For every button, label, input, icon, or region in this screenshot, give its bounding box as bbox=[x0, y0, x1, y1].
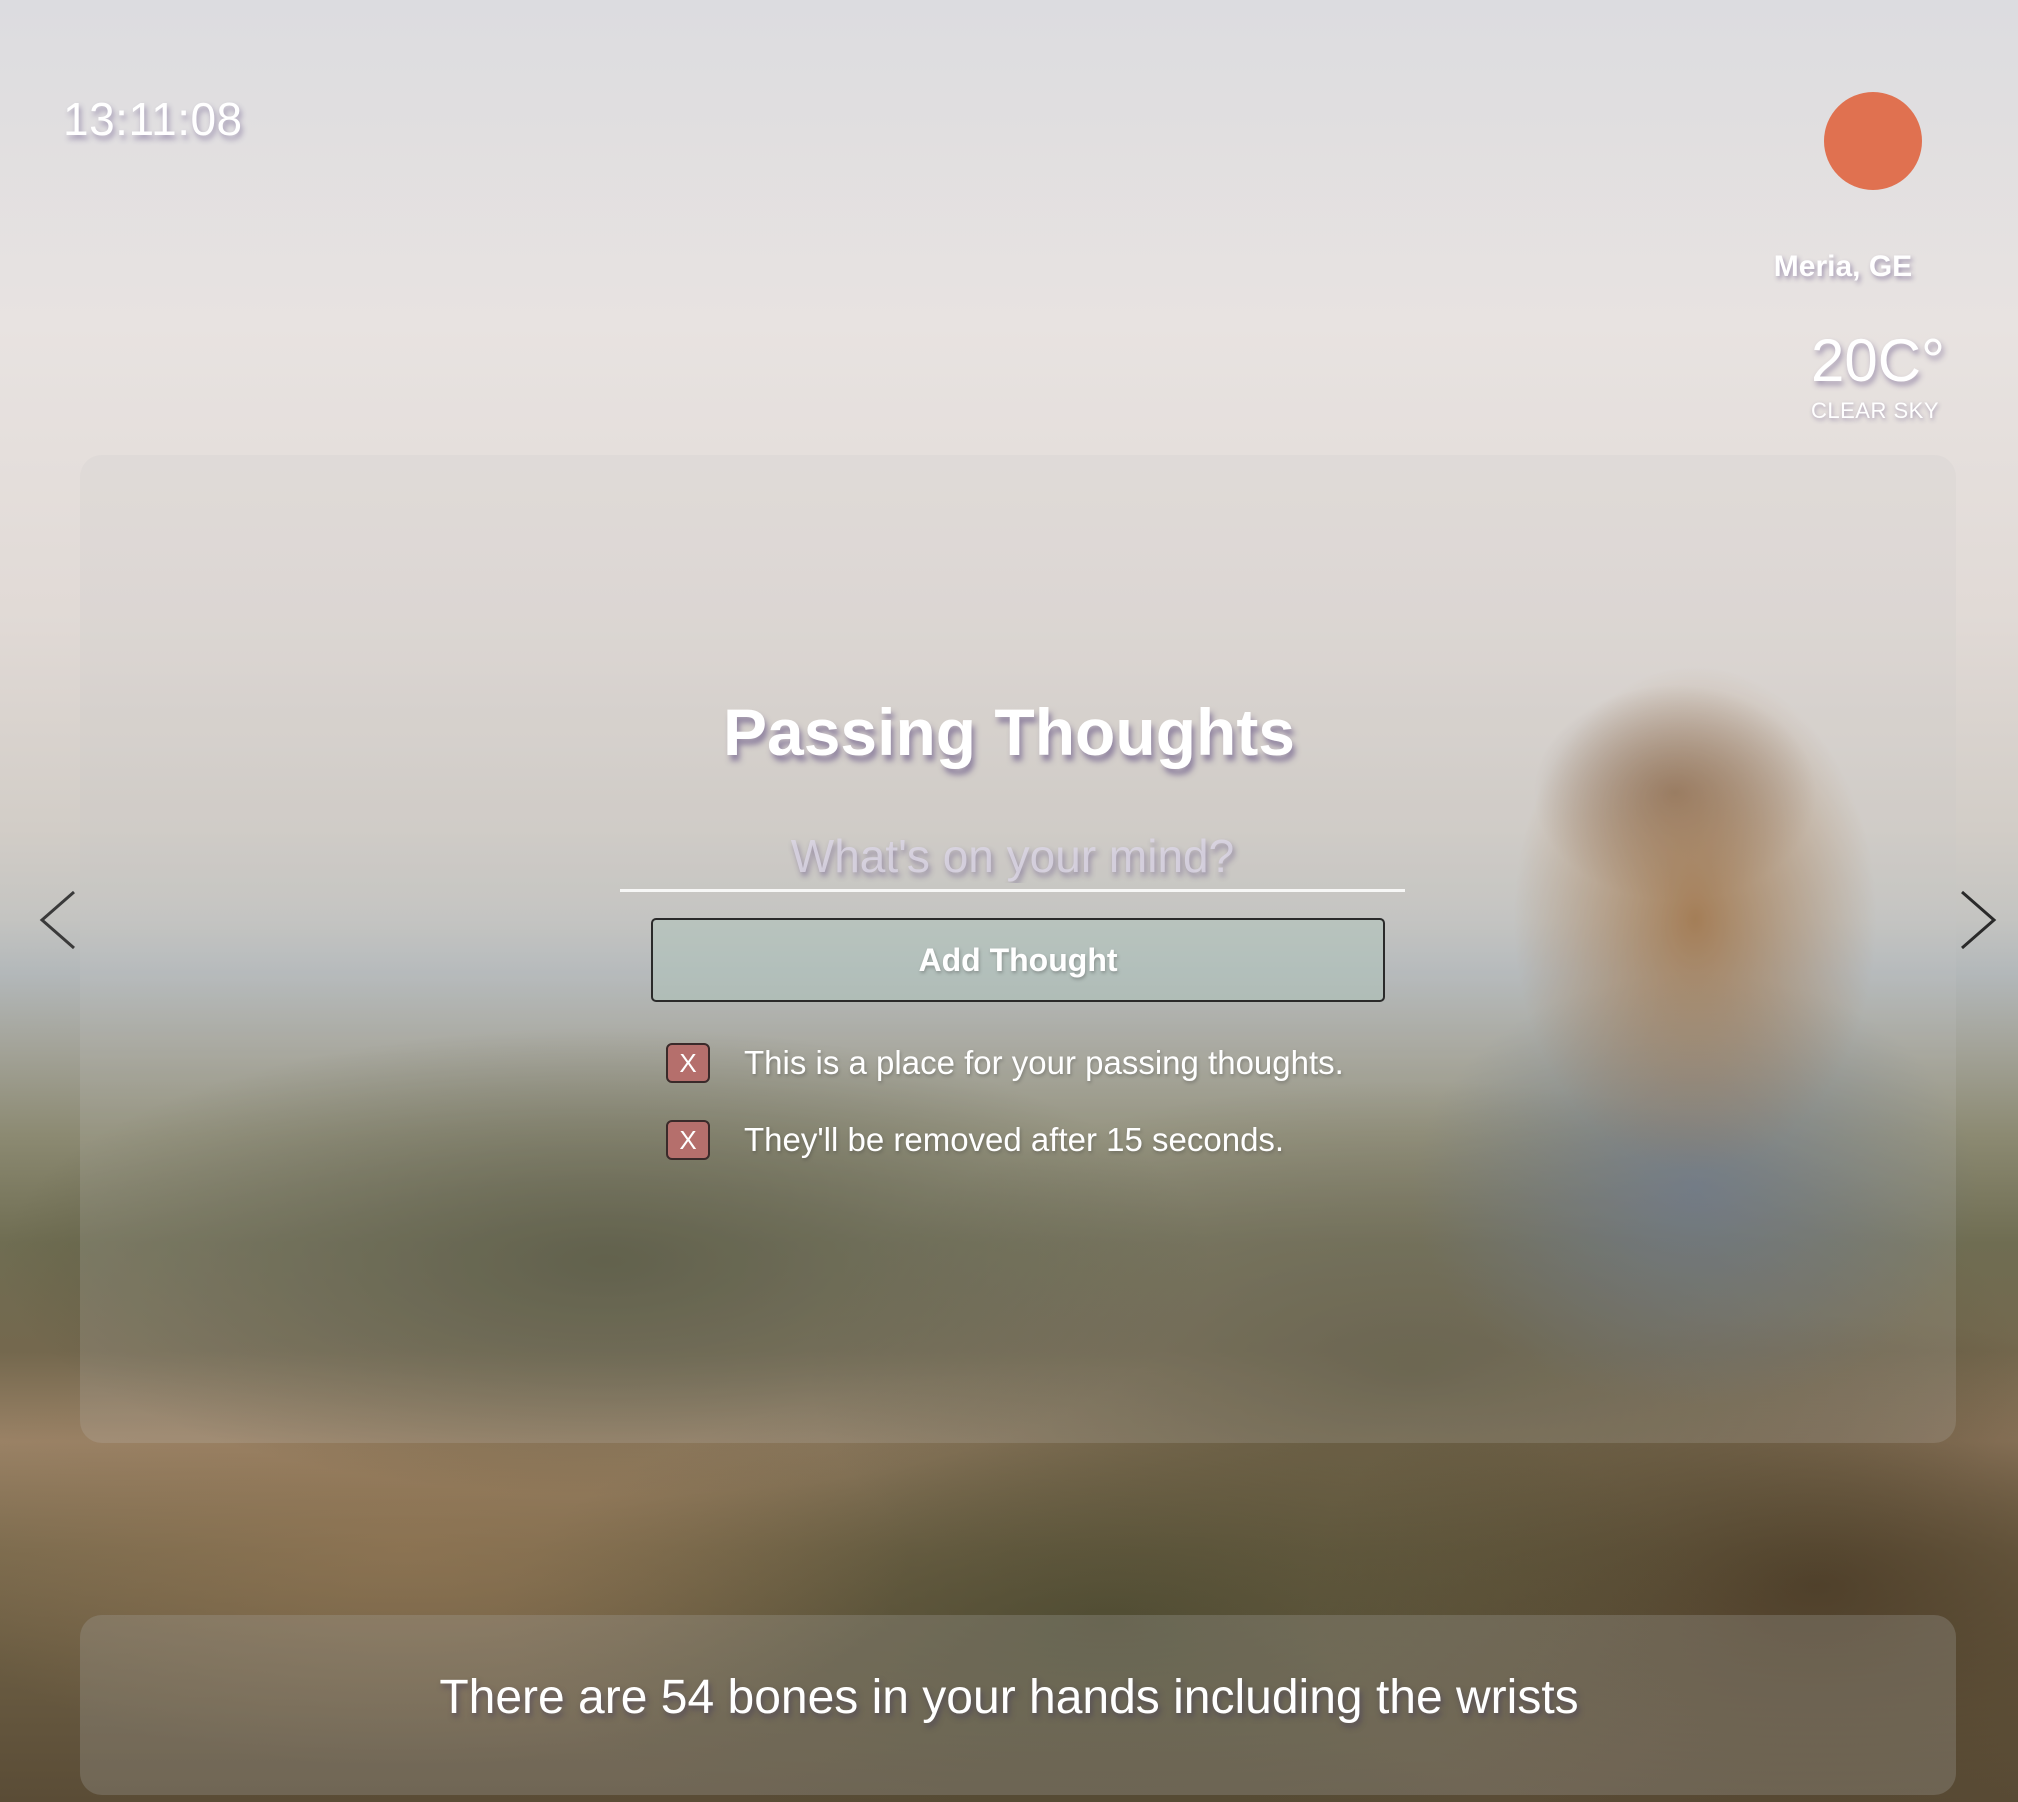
remove-thought-button[interactable]: X bbox=[666, 1120, 710, 1160]
thought-input[interactable] bbox=[620, 822, 1405, 892]
thought-list: X This is a place for your passing thoug… bbox=[666, 1040, 1344, 1194]
clock: 13:11:08 bbox=[63, 93, 243, 145]
page-title: Passing Thoughts bbox=[722, 695, 1296, 769]
thought-text: This is a place for your passing thought… bbox=[744, 1044, 1344, 1081]
add-thought-button[interactable]: Add Thought bbox=[651, 918, 1385, 1002]
thought-text: They'll be removed after 15 seconds. bbox=[744, 1121, 1285, 1158]
weather-condition: CLEAR SKY bbox=[1811, 398, 1939, 423]
chevron-right-icon bbox=[1961, 890, 1997, 950]
thought-item: X They'll be removed after 15 seconds. bbox=[666, 1117, 1344, 1163]
fact-text: There are 54 bones in your hands includi… bbox=[439, 1671, 1579, 1724]
chevron-left-icon bbox=[39, 890, 75, 950]
weather-temperature: 20C° bbox=[1810, 327, 1946, 394]
next-background-button[interactable] bbox=[1950, 880, 2010, 960]
weather-location: Meria, GE bbox=[1773, 250, 1913, 283]
thought-item: X This is a place for your passing thoug… bbox=[666, 1040, 1344, 1086]
sun-icon bbox=[1824, 92, 1922, 190]
previous-background-button[interactable] bbox=[30, 880, 90, 960]
remove-thought-button[interactable]: X bbox=[666, 1043, 710, 1083]
